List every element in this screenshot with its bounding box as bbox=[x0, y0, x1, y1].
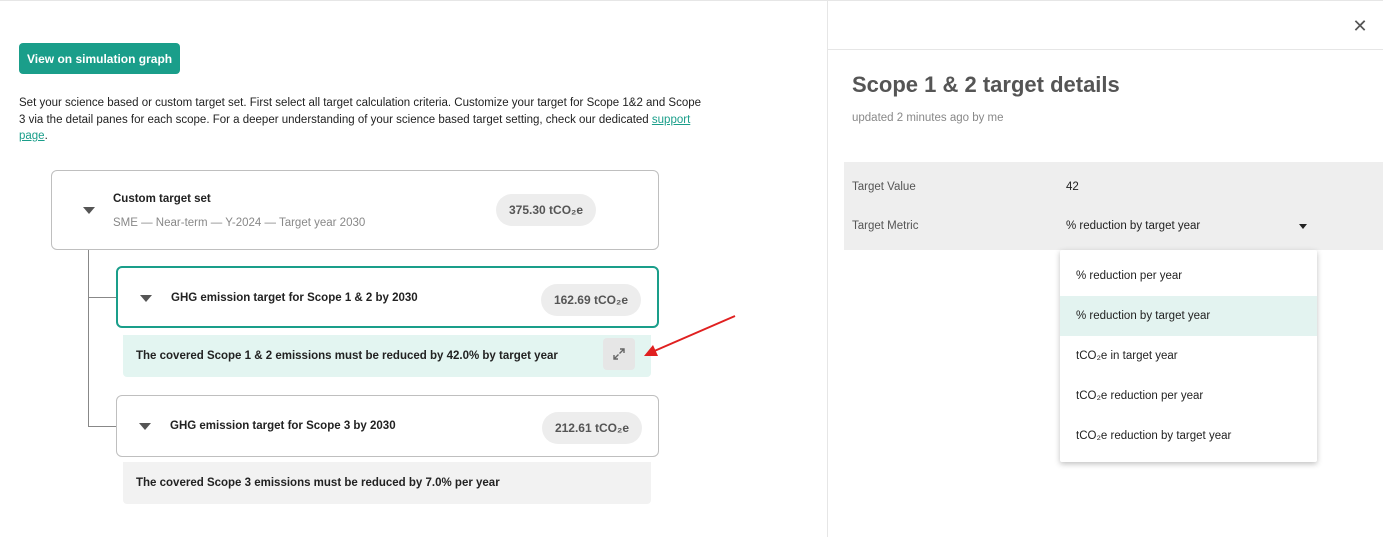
target-value-input[interactable]: 42 bbox=[1066, 181, 1079, 193]
scope-1-2-target-card[interactable]: GHG emission target for Scope 1 & 2 by 2… bbox=[116, 266, 659, 328]
scope-3-title: GHG emission target for Scope 3 by 2030 bbox=[170, 420, 396, 432]
intro-text: Set your science based or custom target … bbox=[19, 95, 709, 145]
scope-1-2-emissions-badge: 162.69 tCO₂e bbox=[540, 284, 641, 316]
target-metric-dropdown: % reduction per year % reduction by targ… bbox=[1060, 250, 1317, 462]
scope-3-target-card[interactable]: GHG emission target for Scope 3 by 2030 … bbox=[116, 395, 659, 457]
header-divider bbox=[828, 49, 1383, 50]
expand-icon bbox=[613, 348, 625, 360]
panel-title: Scope 1 & 2 target details bbox=[852, 72, 1120, 97]
custom-target-set-card[interactable]: Custom target set SME — Near-term — Y-20… bbox=[51, 170, 659, 250]
tree-connector bbox=[88, 297, 116, 298]
chevron-down-icon[interactable] bbox=[1299, 224, 1307, 229]
intro-end: . bbox=[44, 130, 48, 142]
total-emissions-badge: 375.30 tCO₂e bbox=[496, 194, 597, 226]
scope-1-2-summary: The covered Scope 1 & 2 emissions must b… bbox=[123, 335, 651, 377]
scope-1-2-title: GHG emission target for Scope 1 & 2 by 2… bbox=[171, 292, 418, 304]
view-simulation-graph-button[interactable]: View on simulation graph bbox=[19, 43, 181, 74]
target-value-label: Target Value bbox=[852, 181, 916, 193]
tree-connector bbox=[88, 250, 89, 426]
target-metric-select[interactable]: % reduction by target year bbox=[1066, 220, 1200, 232]
option-tco2e-reduction-by-target-year[interactable]: tCO₂e reduction by target year bbox=[1060, 416, 1317, 456]
caret-down-icon[interactable] bbox=[139, 423, 151, 430]
close-icon[interactable]: ✕ bbox=[1350, 16, 1370, 36]
caret-down-icon[interactable] bbox=[140, 295, 152, 302]
caret-down-icon[interactable] bbox=[83, 207, 95, 214]
scope-3-summary: The covered Scope 3 emissions must be re… bbox=[123, 462, 651, 504]
option-tco2e-in-target-year[interactable]: tCO₂e in target year bbox=[1060, 336, 1317, 376]
target-details-form: Target Value 42 Target Metric % reductio… bbox=[844, 162, 1383, 250]
intro-body: Set your science based or custom target … bbox=[19, 97, 702, 126]
expand-scope-1-2-button[interactable] bbox=[603, 338, 635, 370]
root-title: Custom target set bbox=[113, 193, 211, 205]
option-reduction-by-target-year[interactable]: % reduction by target year bbox=[1060, 296, 1317, 336]
panel-subtitle: updated 2 minutes ago by me bbox=[852, 112, 1004, 124]
target-metric-label: Target Metric bbox=[852, 220, 919, 232]
root-subtitle: SME — Near-term — Y-2024 — Target year 2… bbox=[113, 217, 366, 229]
target-set-pane: View on simulation graph Set your scienc… bbox=[0, 0, 827, 537]
tree-connector bbox=[88, 426, 116, 427]
option-reduction-per-year[interactable]: % reduction per year bbox=[1060, 256, 1317, 296]
annotation-arrow-icon bbox=[644, 315, 736, 356]
target-details-panel: ✕ Scope 1 & 2 target details updated 2 m… bbox=[828, 0, 1383, 537]
option-tco2e-reduction-per-year[interactable]: tCO₂e reduction per year bbox=[1060, 376, 1317, 416]
scope-3-emissions-badge: 212.61 tCO₂e bbox=[541, 412, 642, 444]
